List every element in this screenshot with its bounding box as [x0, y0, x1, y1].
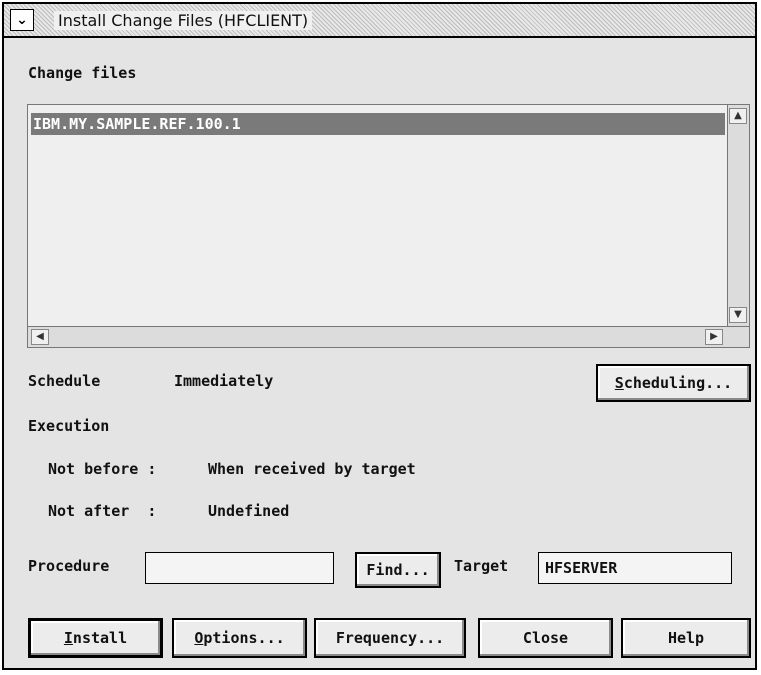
not-after-value: Undefined [208, 502, 290, 520]
target-input[interactable]: HFSERVER [538, 552, 732, 584]
system-menu-icon[interactable]: ⌄ [10, 9, 34, 31]
help-button[interactable]: Help [621, 618, 751, 658]
options-button[interactable]: Options... [172, 618, 307, 658]
scroll-down-icon[interactable]: ▼ [729, 307, 747, 323]
window-title: Install Change Files (HFCLIENT) [54, 11, 313, 30]
vertical-scrollbar[interactable]: ▲ ▼ [727, 105, 749, 326]
scheduling-button-label: cheduling... [623, 374, 733, 392]
title-bar[interactable]: ⌄ Install Change Files (HFCLIENT) [4, 4, 755, 38]
scheduling-button[interactable]: Scheduling... [596, 364, 751, 402]
list-item[interactable]: IBM.MY.SAMPLE.REF.100.1 [31, 113, 725, 135]
options-mnemonic: O [194, 629, 204, 647]
schedule-label: Schedule [28, 372, 101, 390]
not-before-value: When received by target [208, 460, 416, 478]
change-files-label: Change files [28, 64, 137, 82]
install-button[interactable]: Install [28, 618, 163, 658]
procedure-label: Procedure [28, 557, 110, 575]
frequency-button[interactable]: Frequency... [314, 618, 466, 658]
scroll-up-icon[interactable]: ▲ [729, 108, 747, 124]
close-button[interactable]: Close [478, 618, 613, 658]
change-files-listbox[interactable]: IBM.MY.SAMPLE.REF.100.1 ▲ ▼ ◀ ▶ [27, 104, 750, 348]
not-after-label: Not after : [48, 502, 157, 520]
not-before-label: Not before : [48, 460, 157, 478]
schedule-value: Immediately [174, 372, 274, 390]
horizontal-scrollbar[interactable]: ◀ ▶ [28, 326, 749, 347]
procedure-input[interactable] [145, 552, 334, 584]
execution-label: Execution [28, 417, 110, 435]
install-mnemonic: I [63, 629, 73, 647]
system-menu-glyph: ⌄ [16, 12, 28, 28]
scroll-left-icon[interactable]: ◀ [31, 329, 49, 345]
find-button[interactable]: Find... [355, 552, 441, 588]
install-change-files-dialog: ⌄ Install Change Files (HFCLIENT) Change… [2, 2, 757, 670]
target-label: Target [454, 557, 509, 575]
install-button-label: nstall [72, 629, 128, 647]
scroll-right-icon[interactable]: ▶ [705, 329, 723, 345]
options-button-label: ptions... [203, 629, 285, 647]
scheduling-mnemonic: S [614, 374, 624, 392]
